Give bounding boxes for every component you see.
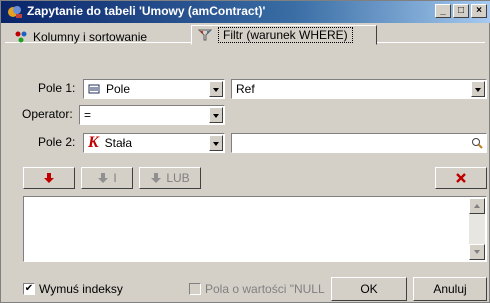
scroll-up-button[interactable] <box>469 198 485 214</box>
operator-dropdown-button[interactable] <box>209 107 223 123</box>
or-button[interactable]: LUB <box>139 167 201 189</box>
maximize-button[interactable]: □ <box>453 4 469 18</box>
tab-columns-sorting[interactable]: Kolumny i sortowanie <box>9 29 189 45</box>
query-app-icon <box>8 6 22 18</box>
pole1-value-dropdown-button[interactable] <box>471 81 485 97</box>
where-clause-textarea[interactable] <box>23 196 487 262</box>
pole2-type-value: K Stała <box>88 134 133 151</box>
pole2-type-combo[interactable]: K Stała <box>83 133 225 153</box>
filter-icon <box>198 29 212 41</box>
cancel-button[interactable]: Anuluj <box>413 277 487 301</box>
and-button-label: I <box>113 171 117 185</box>
columns-icon <box>15 31 27 43</box>
null-values-checkbox[interactable] <box>189 283 201 295</box>
insert-button[interactable] <box>23 167 75 189</box>
force-index-label: Wymuś indeksy <box>39 282 123 296</box>
ok-button[interactable]: OK <box>331 277 407 301</box>
scroll-down-icon <box>474 250 480 254</box>
pole2-value-field[interactable] <box>231 133 487 153</box>
arrow-down-gray-icon <box>151 173 162 183</box>
ok-button-label: OK <box>360 282 378 296</box>
pole2-type-text: Stała <box>104 136 133 150</box>
null-values-label: Pola o wartości "NULL <box>205 282 325 296</box>
window-title: Zapytanie do tabeli 'Umowy (amContract)' <box>27 4 266 18</box>
magnifier-icon[interactable] <box>471 137 483 149</box>
pole1-type-text: Pole <box>106 82 131 96</box>
tab-columns-label: Kolumny i sortowanie <box>33 30 148 44</box>
arrow-down-red-icon <box>44 173 54 183</box>
delete-x-icon <box>456 173 466 183</box>
operator-label: Operator: <box>22 107 73 121</box>
operator-value: = <box>84 108 92 122</box>
pole1-value: Ref <box>236 82 255 96</box>
where-clause-scrollbar[interactable] <box>469 198 485 260</box>
or-button-label: LUB <box>166 171 190 185</box>
pole2-type-dropdown-button[interactable] <box>209 135 223 151</box>
pole2-label-text: Pole 2: <box>38 135 76 149</box>
pole1-label: Pole 1: <box>38 81 75 95</box>
scroll-down-button[interactable] <box>469 244 485 260</box>
pole1-type-value: Pole <box>88 82 130 96</box>
pole1-type-combo[interactable]: Pole <box>83 79 225 99</box>
field-icon <box>88 84 100 94</box>
constant-icon: K <box>88 134 99 151</box>
tab-filter-where[interactable]: Filtr (warunek WHERE) <box>191 25 377 45</box>
cancel-button-label: Anuluj <box>433 282 467 296</box>
title-bar[interactable]: Zapytanie do tabeli 'Umowy (amContract)'… <box>1 1 490 23</box>
force-index-checkbox[interactable]: ✔ <box>23 283 35 295</box>
arrow-down-gray-icon <box>98 173 109 183</box>
and-button[interactable]: I <box>81 167 133 189</box>
operator-combo[interactable]: = <box>79 105 225 125</box>
delete-button[interactable] <box>435 167 487 189</box>
pole1-label-text: Pole 1: <box>38 81 76 95</box>
minimize-button[interactable]: _ <box>435 4 451 18</box>
scroll-up-icon <box>474 204 480 208</box>
pole2-label: Pole 2: <box>38 135 75 149</box>
pole1-value-combo[interactable]: Ref <box>231 79 487 99</box>
tab-filter-label: Filtr (warunek WHERE) <box>218 27 353 43</box>
query-dialog: Zapytanie do tabeli 'Umowy (amContract)'… <box>0 0 490 303</box>
pole1-type-dropdown-button[interactable] <box>209 81 223 97</box>
close-button[interactable]: × <box>471 4 487 18</box>
